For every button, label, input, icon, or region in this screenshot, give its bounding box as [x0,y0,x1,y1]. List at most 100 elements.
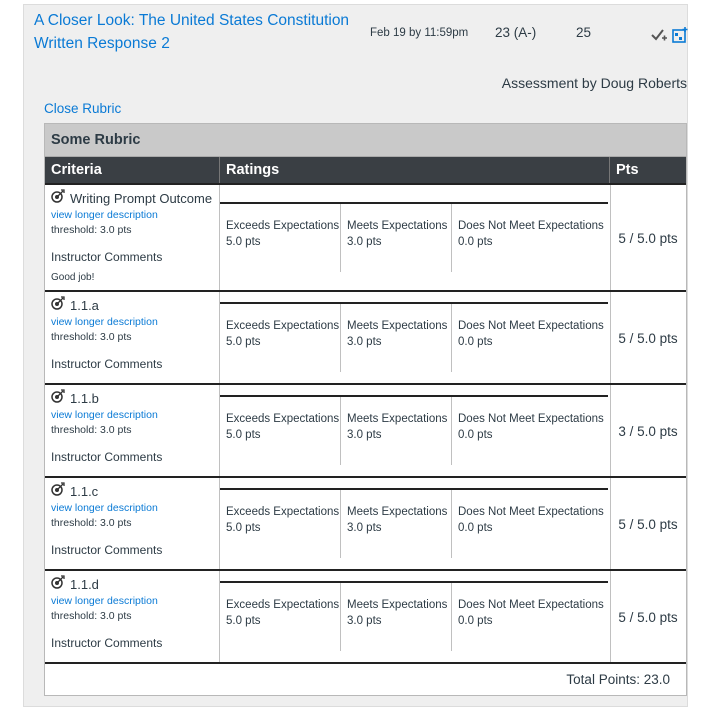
add-calendar-icon[interactable] [672,27,688,43]
rating-points: 5.0 pts [226,336,261,348]
outcome-icon [51,389,70,408]
rating-option[interactable]: Does Not Meet Expectations 0.0 pts [452,583,610,651]
criterion-title-text: Writing Prompt Outcome [70,190,213,206]
rating-points: 0.0 pts [458,615,493,627]
rating-label: Exceeds Expectations [226,220,340,232]
rating-points: 5.0 pts [226,429,261,441]
ratings-cell: Exceeds Expectations 5.0 pts Meets Expec… [220,385,611,478]
rating-option[interactable]: Does Not Meet Expectations 0.0 pts [452,304,610,372]
ratings-cell: Exceeds Expectations 5.0 pts Meets Expec… [220,571,611,664]
due-date: Feb 19 by 11:59pm [370,27,469,39]
rating-points: 0.0 pts [458,429,493,441]
criterion-cell: 1.1.a view longer description threshold:… [45,292,220,385]
criterion-title: 1.1.d [51,575,219,594]
threshold-text: threshold: 3.0 pts [51,610,132,622]
rating-option[interactable]: Does Not Meet Expectations 0.0 pts [452,204,610,272]
threshold-text: threshold: 3.0 pts [51,424,132,436]
total-divider [45,662,686,664]
rating-label: Does Not Meet Expectations [458,220,604,232]
instructor-comments-label: Instructor Comments [51,357,163,371]
rating-points: 5.0 pts [226,236,261,248]
rating-option[interactable]: Exceeds Expectations 5.0 pts [220,304,341,372]
rating-label: Does Not Meet Expectations [458,320,604,332]
rubric-row: 1.1.b view longer description threshold:… [45,383,686,478]
rating-option[interactable]: Exceeds Expectations 5.0 pts [220,204,341,272]
rating-option[interactable]: Meets Expectations 3.0 pts [341,397,452,465]
criterion-title: Writing Prompt Outcome [51,189,219,208]
view-longer-description-link[interactable]: view longer description [51,501,219,516]
instructor-comments-label: Instructor Comments [51,450,163,464]
criterion-score: 5 / 5.0 pts [618,610,678,625]
assignment-title-link[interactable]: A Closer Look: The United States Constit… [34,9,364,55]
criterion-title: 1.1.a [51,296,219,315]
rating-option[interactable]: Exceeds Expectations 5.0 pts [220,397,341,465]
rating-option[interactable]: Exceeds Expectations 5.0 pts [220,583,341,651]
rating-label: Exceeds Expectations [226,320,340,332]
points-possible: 25 [576,25,592,40]
score-value: 23 (A-) [495,25,537,40]
rubric-row: 1.1.c view longer description threshold:… [45,476,686,571]
ratings-cell: Exceeds Expectations 5.0 pts Meets Expec… [220,185,611,292]
view-longer-description-link[interactable]: view longer description [51,594,219,609]
view-longer-description-link[interactable]: view longer description [51,315,219,330]
rating-option[interactable]: Meets Expectations 3.0 pts [341,583,452,651]
rating-points: 3.0 pts [347,522,382,534]
rating-label: Exceeds Expectations [226,506,340,518]
rating-option[interactable]: Meets Expectations 3.0 pts [341,490,452,558]
total-points: Total Points: 23.0 [566,672,670,687]
rating-label: Exceeds Expectations [226,413,340,425]
ratings-header: Ratings [220,157,610,184]
checkmark-plus-icon[interactable] [651,27,667,43]
rating-label: Meets Expectations [347,413,448,425]
ratings-cell: Exceeds Expectations 5.0 pts Meets Expec… [220,478,611,571]
rating-label: Meets Expectations [347,220,448,232]
rating-points: 3.0 pts [347,336,382,348]
rating-points: 3.0 pts [347,429,382,441]
rating-points: 3.0 pts [347,615,382,627]
rating-label: Does Not Meet Expectations [458,506,604,518]
rating-label: Meets Expectations [347,506,448,518]
rating-option[interactable]: Does Not Meet Expectations 0.0 pts [452,397,610,465]
rating-label: Meets Expectations [347,599,448,611]
view-longer-description-link[interactable]: view longer description [51,208,219,223]
criterion-title-text: 1.1.d [70,576,99,592]
rating-option[interactable]: Exceeds Expectations 5.0 pts [220,490,341,558]
close-rubric-link[interactable]: Close Rubric [44,101,121,116]
criterion-score: 5 / 5.0 pts [618,517,678,532]
threshold-text: threshold: 3.0 pts [51,224,132,236]
criterion-title-text: 1.1.c [70,483,99,499]
rating-label: Exceeds Expectations [226,599,340,611]
criteria-header: Criteria [45,157,220,184]
instructor-comment-text: Good job! [51,272,95,283]
rating-points: 0.0 pts [458,236,493,248]
rubric-column-headers: Criteria Ratings Pts [45,157,686,184]
criterion-cell: Writing Prompt Outcome view longer descr… [45,185,220,292]
instructor-comments-label: Instructor Comments [51,636,163,650]
rating-label: Does Not Meet Expectations [458,413,604,425]
pts-header: Pts [616,162,639,178]
rating-points: 5.0 pts [226,615,261,627]
view-longer-description-link[interactable]: view longer description [51,408,219,423]
threshold-text: threshold: 3.0 pts [51,517,132,529]
rating-option[interactable]: Does Not Meet Expectations 0.0 pts [452,490,610,558]
rubric-row: 1.1.a view longer description threshold:… [45,290,686,385]
outcome-icon [51,482,70,501]
threshold-text: threshold: 3.0 pts [51,331,132,343]
criterion-cell: 1.1.b view longer description threshold:… [45,385,220,478]
rating-option[interactable]: Meets Expectations 3.0 pts [341,204,452,272]
instructor-comments-label: Instructor Comments [51,250,163,264]
criterion-score: 5 / 5.0 pts [618,331,678,346]
criterion-title: 1.1.c [51,482,219,501]
ratings-cell: Exceeds Expectations 5.0 pts Meets Expec… [220,292,611,385]
rating-points: 0.0 pts [458,336,493,348]
outcome-icon [51,575,70,594]
rating-label: Does Not Meet Expectations [458,599,604,611]
criterion-score: 3 / 5.0 pts [618,424,678,439]
assessment-by: Assessment by Doug Roberts [501,75,687,91]
criterion-title: 1.1.b [51,389,219,408]
rating-option[interactable]: Meets Expectations 3.0 pts [341,304,452,372]
criterion-cell: 1.1.d view longer description threshold:… [45,571,220,664]
criterion-title-text: 1.1.b [70,390,99,406]
rubric-row: 1.1.d view longer description threshold:… [45,569,686,664]
rubric-table: Some Rubric Criteria Ratings Pts Writing… [44,123,687,696]
